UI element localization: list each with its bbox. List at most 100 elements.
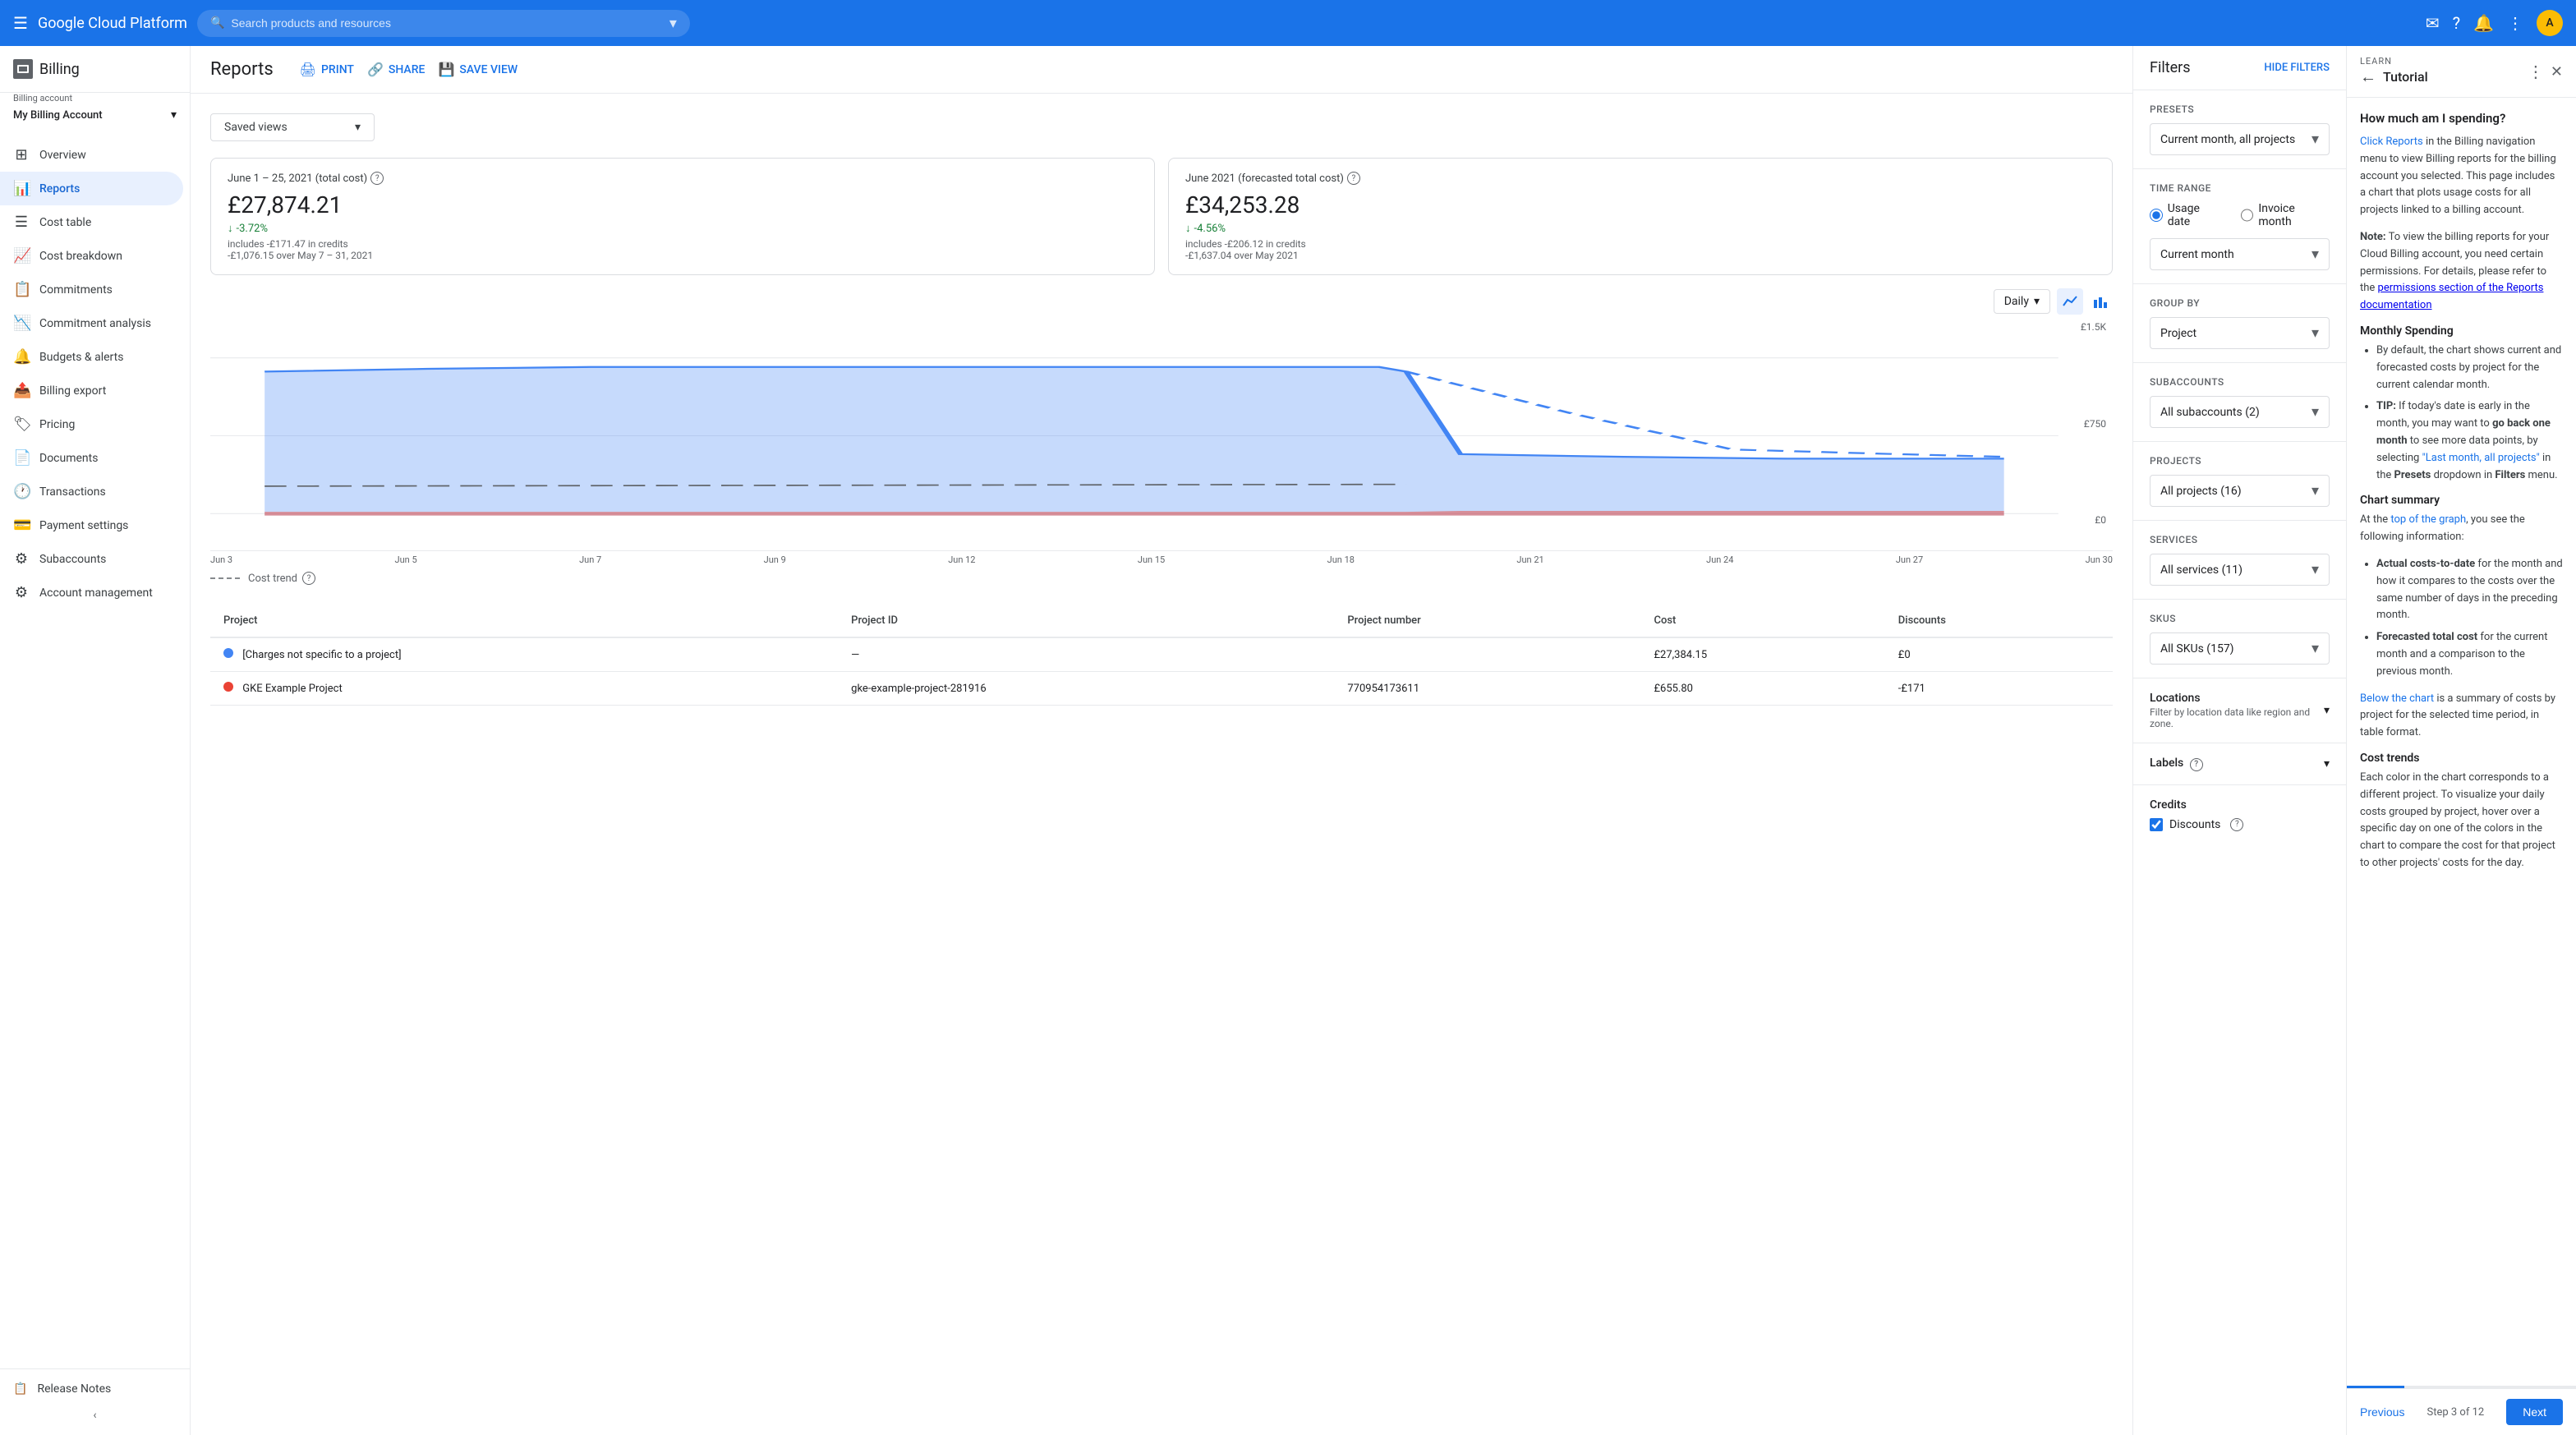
search-icon: 🔍 bbox=[210, 16, 224, 30]
col-cost[interactable]: Cost bbox=[1640, 605, 1884, 637]
time-filter-dropdown[interactable]: Daily ▾ bbox=[1994, 289, 2050, 314]
sidebar-collapse-btn[interactable]: ‹ bbox=[13, 1402, 177, 1428]
projects-label: Projects bbox=[2150, 455, 2330, 467]
sidebar-item-label-commitments: Commitments bbox=[39, 283, 113, 297]
reports-actions: 🖨 PRINT 🔗 SHARE 💾 SAVE VIEW bbox=[300, 62, 518, 77]
tutorial-more-button[interactable]: ⋮ bbox=[2528, 62, 2544, 81]
more-icon[interactable]: ⋮ bbox=[2507, 13, 2523, 33]
cost-trend-help-icon[interactable]: ? bbox=[302, 572, 315, 585]
summary-card-actual-change: ↓ -3.72% bbox=[228, 222, 1138, 235]
tutorial-back-button[interactable]: ← bbox=[2360, 67, 2376, 87]
billing-account-name: My Billing Account bbox=[13, 109, 103, 122]
release-notes-item[interactable]: 📋 Release Notes bbox=[13, 1376, 177, 1402]
sidebar-item-pricing[interactable]: 🏷 Pricing bbox=[0, 407, 183, 441]
tutorial-close-button[interactable]: ✕ bbox=[2551, 63, 2563, 80]
skus-dropdown[interactable]: All SKUs (157) ▾ bbox=[2150, 632, 2330, 665]
nav-actions: ✉ ? 🔔 ⋮ A bbox=[2426, 10, 2563, 36]
sidebar-item-billing-export[interactable]: 📤 Billing export bbox=[0, 374, 183, 407]
y-label-1: £1.5K bbox=[2081, 321, 2106, 333]
summary-cards: June 1 – 25, 2021 (total cost) ? £27,874… bbox=[210, 158, 2113, 275]
sidebar-item-commitments[interactable]: 📋 Commitments bbox=[0, 273, 183, 306]
saved-views-dropdown[interactable]: Saved views ▾ bbox=[210, 113, 375, 141]
sidebar-item-account-management[interactable]: ⚙ Account management bbox=[0, 576, 183, 609]
services-label: Services bbox=[2150, 534, 2330, 545]
subaccounts-arrow: ▾ bbox=[2312, 403, 2319, 421]
sidebar-item-reports[interactable]: 📊 Reports bbox=[0, 172, 183, 205]
share-button[interactable]: 🔗 SHARE bbox=[367, 62, 425, 77]
sidebar-item-cost-table[interactable]: ☰ Cost table bbox=[0, 205, 183, 239]
subaccounts-dropdown[interactable]: All subaccounts (2) ▾ bbox=[2150, 396, 2330, 428]
sidebar-item-payment-settings[interactable]: 💳 Payment settings bbox=[0, 508, 183, 542]
usage-date-radio[interactable]: Usage date bbox=[2150, 202, 2224, 228]
discounts-checkbox[interactable] bbox=[2150, 818, 2163, 831]
labels-section[interactable]: Labels ? ▾ bbox=[2133, 743, 2346, 785]
search-dropdown-arrow[interactable]: ▾ bbox=[669, 15, 677, 32]
subaccounts-value: All subaccounts (2) bbox=[2160, 406, 2260, 419]
locations-chevron-icon: ▾ bbox=[2324, 704, 2330, 717]
reports-content: Saved views ▾ June 1 – 25, 2021 (total c… bbox=[191, 94, 2132, 1435]
summary-card-actual-help-icon[interactable]: ? bbox=[370, 172, 384, 185]
sidebar-item-commitment-analysis[interactable]: 📉 Commitment analysis bbox=[0, 306, 183, 340]
col-project-number[interactable]: Project number bbox=[1334, 605, 1640, 637]
save-view-button[interactable]: 💾 SAVE VIEW bbox=[438, 62, 518, 77]
chart-view-icons bbox=[2057, 288, 2113, 315]
sidebar-item-overview[interactable]: ⊞ Overview bbox=[0, 138, 183, 172]
sidebar-item-cost-breakdown[interactable]: 📈 Cost breakdown bbox=[0, 239, 183, 273]
summary-card-actual-title: June 1 – 25, 2021 (total cost) ? bbox=[228, 172, 1138, 185]
projects-dropdown[interactable]: All projects (16) ▾ bbox=[2150, 475, 2330, 507]
billing-header: Billing bbox=[0, 46, 190, 93]
tutorial-permissions-link[interactable]: permissions section of the Reports docum… bbox=[2360, 282, 2543, 311]
col-discounts[interactable]: Discounts bbox=[1885, 605, 2113, 637]
current-month-dropdown[interactable]: Current month ▾ bbox=[2150, 238, 2330, 270]
services-dropdown[interactable]: All services (11) ▾ bbox=[2150, 554, 2330, 586]
y-label-2: £750 bbox=[2084, 418, 2106, 430]
presets-dropdown[interactable]: Current month, all projects ▾ bbox=[2150, 123, 2330, 155]
notifications-icon[interactable]: 🔔 bbox=[2473, 13, 2494, 33]
tutorial-last-month-link[interactable]: "Last month, all projects" bbox=[2422, 452, 2540, 464]
group-by-dropdown[interactable]: Project ▾ bbox=[2150, 317, 2330, 349]
sidebar-item-budgets-alerts[interactable]: 🔔 Budgets & alerts bbox=[0, 340, 183, 374]
invoice-month-radio[interactable]: Invoice month bbox=[2241, 202, 2330, 228]
sidebar-item-subaccounts[interactable]: ⚙ Subaccounts bbox=[0, 542, 183, 576]
row2-project: GKE Example Project bbox=[210, 672, 838, 706]
sidebar-item-documents[interactable]: 📄 Documents bbox=[0, 441, 183, 475]
summary-card-forecast-help-icon[interactable]: ? bbox=[1347, 172, 1360, 185]
tutorial-next-button[interactable]: Next bbox=[2506, 1399, 2563, 1425]
project-dot-blue bbox=[223, 648, 233, 658]
x-label-jun3: Jun 3 bbox=[210, 554, 232, 565]
discounts-checkbox-label[interactable]: Discounts ? bbox=[2150, 818, 2330, 831]
tutorial-below-chart-link[interactable]: Below the chart bbox=[2360, 692, 2434, 705]
search-input[interactable] bbox=[231, 16, 663, 30]
billing-account-dropdown-arrow: ▾ bbox=[171, 108, 177, 122]
col-project[interactable]: Project bbox=[210, 605, 838, 637]
labels-help-icon[interactable]: ? bbox=[2190, 758, 2203, 771]
cost-trend-row: Cost trend ? bbox=[210, 572, 2113, 585]
tutorial-prev-button[interactable]: Previous bbox=[2360, 1405, 2404, 1419]
services-arrow: ▾ bbox=[2312, 561, 2319, 578]
release-notes-icon: 📋 bbox=[13, 1382, 27, 1396]
line-chart-icon[interactable] bbox=[2057, 288, 2083, 315]
bar-chart-icon[interactable] bbox=[2086, 288, 2113, 315]
tutorial-footer: Previous Step 3 of 12 Next bbox=[2347, 1388, 2576, 1435]
print-button[interactable]: 🖨 PRINT bbox=[300, 62, 354, 77]
col-project-id[interactable]: Project ID bbox=[838, 605, 1334, 637]
help-icon[interactable]: ? bbox=[2453, 13, 2460, 33]
group-by-section: Group by Project ▾ bbox=[2133, 284, 2346, 363]
locations-section[interactable]: Locations Filter by location data like r… bbox=[2133, 678, 2346, 743]
discounts-help-icon[interactable]: ? bbox=[2230, 818, 2243, 831]
hamburger-icon[interactable]: ☰ bbox=[13, 13, 28, 33]
chart-wrapper: £1.5K £750 £0 bbox=[210, 321, 2113, 551]
tutorial-chart-intro: At the top of the graph, you see the fol… bbox=[2360, 512, 2563, 546]
avatar[interactable]: A bbox=[2537, 10, 2563, 36]
sidebar-item-transactions[interactable]: 🕐 Transactions bbox=[0, 475, 183, 508]
services-value: All services (11) bbox=[2160, 563, 2242, 577]
commitments-icon: 📋 bbox=[13, 281, 30, 298]
tutorial-monthly-list: By default, the chart shows current and … bbox=[2360, 343, 2563, 484]
time-filter-arrow: ▾ bbox=[2034, 295, 2040, 308]
hide-filters-button[interactable]: HIDE FILTERS bbox=[2264, 62, 2330, 74]
tutorial-top-graph-link[interactable]: top of the graph bbox=[2390, 513, 2466, 526]
summary-card-forecast-note1: includes -£206.12 in credits bbox=[1185, 238, 2095, 250]
mail-icon[interactable]: ✉ bbox=[2426, 13, 2440, 33]
billing-account-select[interactable]: My Billing Account ▾ bbox=[13, 105, 177, 125]
tutorial-reports-link[interactable]: Click Reports bbox=[2360, 136, 2423, 148]
